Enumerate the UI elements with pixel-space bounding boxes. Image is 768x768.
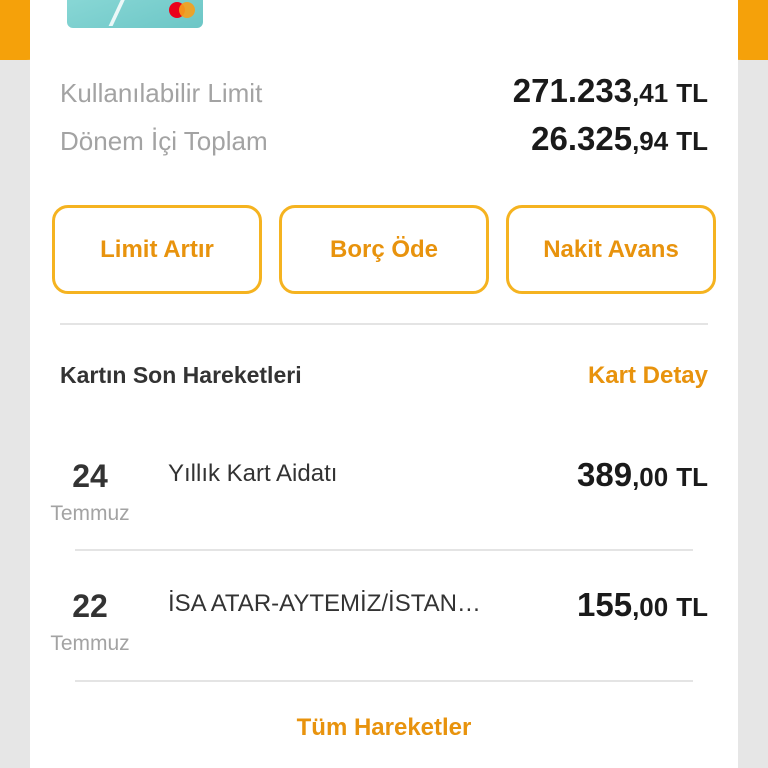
transaction-day: 22 [72,588,108,624]
transaction-row[interactable]: 22 Temmuz İSA ATAR-AYTEMİZ/İSTAN… 155,00… [30,586,738,668]
mastercard-icon [169,2,195,18]
card-swoosh-graphic [108,0,166,26]
divider [75,549,693,551]
transaction-month: Temmuz [50,502,130,525]
transaction-day: 24 [72,458,108,494]
credit-card-image[interactable] [67,0,203,28]
pay-debt-button[interactable]: Borç Öde [279,205,489,294]
divider [60,323,708,325]
period-total-label: Dönem İçi Toplam [60,126,268,156]
period-total-row: Dönem İçi Toplam 26.325,94 TL [60,120,708,158]
cash-advance-button[interactable]: Nakit Avans [506,205,716,294]
available-limit-label: Kullanılabilir Limit [60,78,263,108]
transaction-row[interactable]: 24 Temmuz Yıllık Kart Aidatı 389,00 TL [30,456,738,538]
card-actions: Limit Artır Borç Öde Nakit Avans [52,205,716,294]
transaction-amount: 155,00 TL [577,586,708,623]
card-detail-link[interactable]: Kart Detay [588,362,708,390]
transaction-amount: 389,00 TL [577,456,708,493]
available-limit-amount: 271.233,41 TL [512,72,708,109]
period-total-amount: 26.325,94 TL [531,120,708,157]
divider [75,680,693,682]
transaction-description: Yıllık Kart Aidatı [168,460,338,487]
increase-limit-button[interactable]: Limit Artır [52,205,262,294]
transaction-month: Temmuz [50,632,130,655]
card-panel: Kullanılabilir Limit 271.233,41 TL Dönem … [30,0,738,768]
available-limit-row: Kullanılabilir Limit 271.233,41 TL [60,72,708,110]
recent-transactions-title: Kartın Son Hareketleri [60,362,302,388]
all-transactions-link[interactable]: Tüm Hareketler [30,714,738,742]
transaction-description: İSA ATAR-AYTEMİZ/İSTAN… [168,590,481,617]
